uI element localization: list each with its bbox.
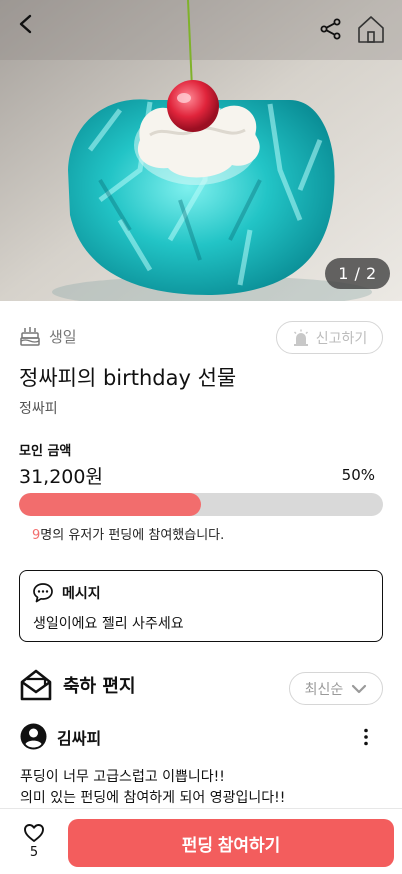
progress-fill xyxy=(19,493,201,516)
bottom-action-bar: 5 펀딩 참여하기 xyxy=(0,808,402,874)
report-button[interactable]: 신고하기 xyxy=(276,321,383,354)
like-button[interactable]: 5 xyxy=(14,823,54,860)
birthday-cake-icon xyxy=(20,327,40,346)
user-avatar-icon xyxy=(20,723,47,750)
comment-line: 의미 있는 펀딩에 참여하게 되어 영광입니다!! xyxy=(20,790,286,806)
message-box: 메시지 생일이에요 젤리 사주세요 xyxy=(19,570,383,642)
heart-icon xyxy=(24,824,44,842)
comment-text: 푸딩이 너무 고급스럽고 이쁩니다!! 의미 있는 펀딩에 참여하게 되어 영광… xyxy=(20,767,380,809)
participants-text: 9명의 유저가 펀딩에 참여했습니다. xyxy=(32,524,224,543)
collected-amount: 31,200원 xyxy=(19,466,103,488)
funding-title: 정싸피의 birthday 선물 xyxy=(19,366,237,390)
category-tag: 생일 xyxy=(19,325,77,347)
report-label: 신고하기 xyxy=(315,330,368,347)
progress-percent: 50% xyxy=(341,466,375,484)
speech-bubble-icon xyxy=(33,583,53,603)
back-arrow-icon xyxy=(19,14,32,34)
comment-line: 푸딩이 너무 고급스럽고 이쁩니다!! xyxy=(20,769,225,785)
share-icon xyxy=(320,18,341,40)
message-header: 메시지 xyxy=(32,582,101,604)
funding-progress-bar xyxy=(19,493,383,516)
hero-image-carousel[interactable]: 1 / 2 xyxy=(0,0,402,301)
home-icon xyxy=(358,16,384,43)
amount-label: 모인 금액 xyxy=(19,444,72,459)
comment-author-row: 김싸피 xyxy=(20,723,101,750)
participant-suffix: 명의 유저가 펀딩에 참여했습니다. xyxy=(40,528,225,543)
sort-label: 최신순 xyxy=(304,681,344,698)
sort-dropdown[interactable]: 최신순 xyxy=(289,672,383,705)
message-title: 메시지 xyxy=(62,586,101,602)
home-button[interactable] xyxy=(354,12,388,46)
more-vertical-icon xyxy=(364,728,368,746)
category-label: 생일 xyxy=(49,327,77,346)
back-button[interactable] xyxy=(10,8,42,40)
share-button[interactable] xyxy=(316,14,346,44)
mail-envelope-icon xyxy=(20,669,52,701)
siren-icon xyxy=(293,329,308,346)
comment-more-button[interactable] xyxy=(356,725,376,749)
like-count: 5 xyxy=(29,845,39,860)
chevron-down-icon xyxy=(352,684,367,693)
letters-title: 축하 편지 xyxy=(63,676,136,697)
image-page-indicator: 1 / 2 xyxy=(325,258,390,289)
funding-author: 정싸피 xyxy=(19,401,58,417)
message-body: 생일이에요 젤리 사주세요 xyxy=(33,616,184,632)
product-photo xyxy=(0,0,402,301)
comment-author: 김싸피 xyxy=(57,728,102,748)
join-funding-button[interactable]: 펀딩 참여하기 xyxy=(68,819,394,867)
letters-header: 축하 편지 xyxy=(19,669,136,701)
